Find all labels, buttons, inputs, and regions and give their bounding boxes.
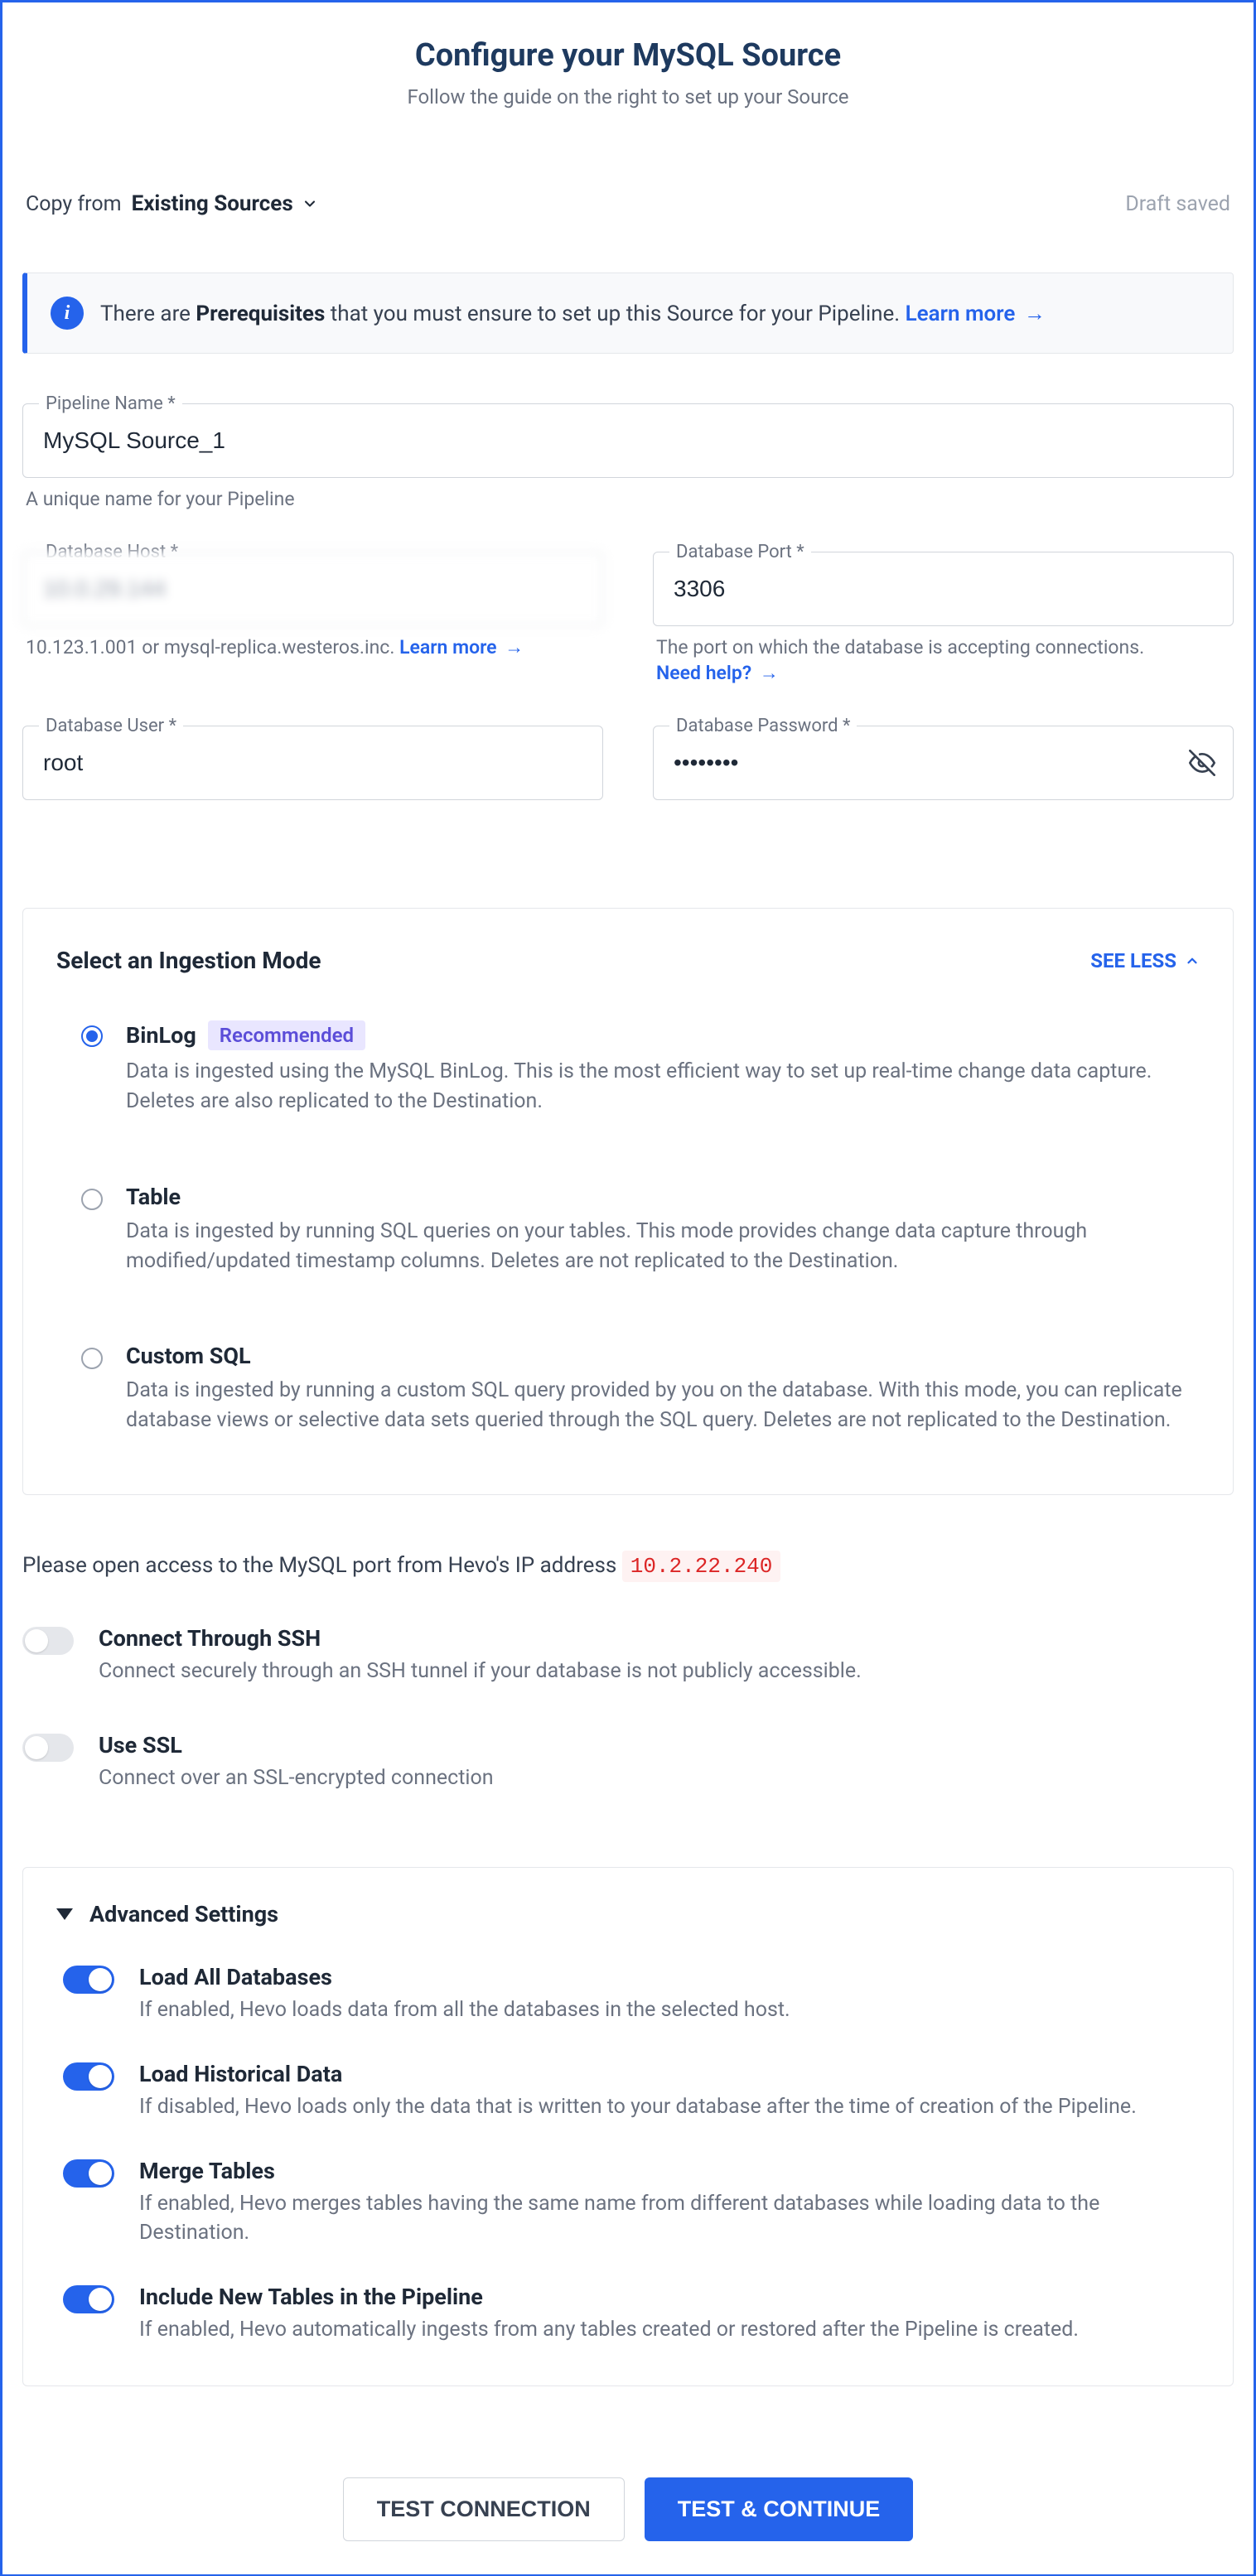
copy-from-value: Existing Sources — [132, 191, 293, 216]
radio-binlog[interactable] — [81, 1025, 103, 1047]
copy-from-label: Copy from — [26, 192, 122, 216]
copy-from-dropdown[interactable]: Existing Sources — [132, 191, 318, 216]
radio-table[interactable] — [81, 1189, 103, 1210]
host-learn-more-link[interactable]: Learn more → — [399, 636, 524, 658]
ingestion-title: Select an Ingestion Mode — [56, 947, 321, 974]
adv-title-3: Include New Tables in the Pipeline — [139, 2284, 1200, 2310]
learn-more-link[interactable]: Learn more → — [906, 301, 1046, 326]
port-label: Database Port * — [669, 542, 811, 562]
adv-desc-1: If disabled, Hevo loads only the data th… — [139, 2092, 1200, 2121]
toggle-load-historical[interactable] — [63, 2062, 114, 2091]
toggle-ssl-desc: Connect over an SSL-encrypted connection — [99, 1763, 1234, 1792]
pipeline-name-input[interactable] — [22, 403, 1234, 478]
recommended-badge: Recommended — [208, 1020, 365, 1050]
page-subtitle: Follow the guide on the right to set up … — [22, 85, 1234, 109]
adv-title-0: Load All Databases — [139, 1964, 1200, 1990]
host-input[interactable] — [22, 552, 603, 626]
password-label: Database Password * — [669, 716, 857, 736]
draft-saved-label: Draft saved — [1125, 192, 1230, 216]
advanced-settings-toggle[interactable]: Advanced Settings — [56, 1901, 1200, 1927]
host-help: 10.123.1.001 or mysql-replica.westeros.i… — [26, 636, 603, 658]
pipeline-name-help: A unique name for your Pipeline — [26, 488, 1234, 510]
chevron-down-icon — [302, 195, 318, 212]
toggle-load-all-databases[interactable] — [63, 1966, 114, 1994]
test-continue-button[interactable]: TEST & CONTINUE — [645, 2477, 914, 2541]
port-input[interactable] — [653, 552, 1234, 626]
chevron-up-icon — [1185, 953, 1200, 968]
banner-text: There are Prerequisites that you must en… — [100, 301, 1046, 326]
pipeline-name-label: Pipeline Name * — [39, 393, 182, 414]
port-help: The port on which the database is accept… — [656, 636, 1234, 658]
adv-title-2: Merge Tables — [139, 2158, 1200, 2184]
test-connection-button[interactable]: TEST CONNECTION — [343, 2477, 625, 2541]
password-input[interactable] — [653, 726, 1234, 800]
option-title-table: Table — [126, 1184, 181, 1210]
adv-desc-2: If enabled, Hevo merges tables having th… — [139, 2189, 1200, 2247]
adv-desc-3: If enabled, Hevo automatically ingests f… — [139, 2315, 1200, 2344]
toggle-ssh[interactable] — [22, 1627, 74, 1655]
eye-off-icon[interactable] — [1189, 750, 1215, 776]
radio-customsql[interactable] — [81, 1348, 103, 1369]
toggle-include-new-tables[interactable] — [63, 2285, 114, 2313]
ip-address-code: 10.2.22.240 — [622, 1551, 781, 1582]
toggle-ssh-title: Connect Through SSH — [99, 1625, 1234, 1652]
option-title-binlog: BinLog — [126, 1022, 196, 1049]
page-title: Configure your MySQL Source — [22, 37, 1234, 74]
prerequisites-banner: i There are Prerequisites that you must … — [22, 273, 1234, 354]
adv-title-1: Load Historical Data — [139, 2061, 1200, 2087]
user-label: Database User * — [39, 716, 183, 736]
toggle-ssh-desc: Connect securely through an SSH tunnel i… — [99, 1657, 1234, 1686]
ingestion-panel: Select an Ingestion Mode SEE LESS BinLog… — [22, 908, 1234, 1495]
advanced-settings-panel: Advanced Settings Load All Databases If … — [22, 1867, 1234, 2386]
advanced-settings-title: Advanced Settings — [89, 1901, 278, 1927]
toggle-ssl[interactable] — [22, 1734, 74, 1762]
see-less-button[interactable]: SEE LESS — [1090, 949, 1200, 972]
ip-access-note: Please open access to the MySQL port fro… — [22, 1553, 1234, 1579]
adv-desc-0: If enabled, Hevo loads data from all the… — [139, 1995, 1200, 2024]
port-need-help-link[interactable]: Need help? → — [656, 662, 779, 684]
toggle-merge-tables[interactable] — [63, 2159, 114, 2188]
toggle-ssl-title: Use SSL — [99, 1732, 1234, 1758]
user-input[interactable] — [22, 726, 603, 800]
option-desc-customsql: Data is ingested by running a custom SQL… — [126, 1376, 1200, 1436]
option-title-customsql: Custom SQL — [126, 1343, 251, 1369]
option-desc-binlog: Data is ingested using the MySQL BinLog.… — [126, 1057, 1200, 1117]
info-icon: i — [51, 297, 84, 330]
triangle-down-icon — [56, 1908, 73, 1920]
option-desc-table: Data is ingested by running SQL queries … — [126, 1217, 1200, 1277]
